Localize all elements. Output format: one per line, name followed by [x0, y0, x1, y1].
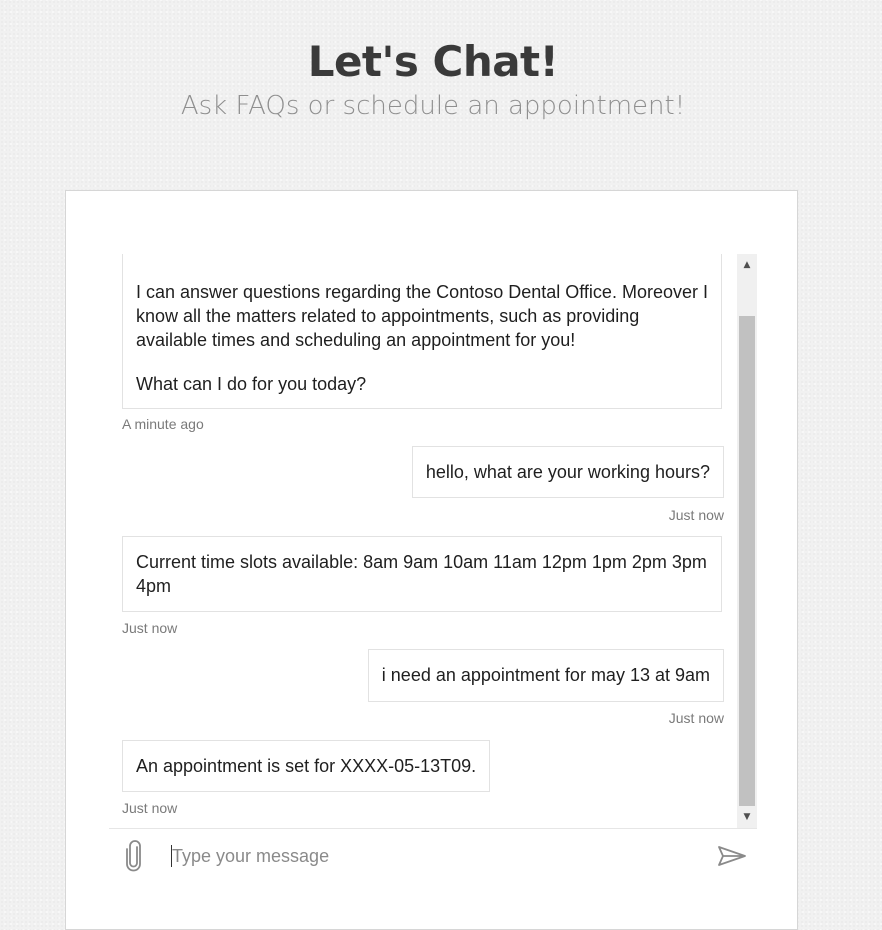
- message-text: i need an appointment for may 13 at 9am: [381, 665, 710, 685]
- message-text: I can answer questions regarding the Con…: [136, 282, 708, 350]
- message-timestamp: Just now: [122, 800, 178, 816]
- send-icon: [718, 846, 746, 866]
- message-input[interactable]: [170, 840, 692, 872]
- bot-message-bubble: I can answer questions regarding the Con…: [122, 254, 722, 409]
- message-text: What can I do for you today?: [136, 374, 367, 394]
- user-message-bubble: hello, what are your working hours?: [411, 446, 724, 498]
- message-timestamp: Just now: [668, 710, 724, 726]
- attach-button[interactable]: [118, 838, 150, 874]
- chevron-up-icon[interactable]: ▲: [737, 257, 757, 273]
- bot-message-bubble: An appointment is set for XXXX-05-13T09.: [122, 740, 491, 792]
- scrollbar-thumb[interactable]: [739, 316, 755, 806]
- page-title: Let's Chat!: [307, 37, 559, 87]
- message-text: Current time slots available: 8am 9am 10…: [136, 552, 707, 596]
- send-button[interactable]: [714, 840, 750, 872]
- message-timestamp: A minute ago: [122, 416, 204, 432]
- chat-transcript[interactable]: I can answer questions regarding the Con…: [109, 254, 735, 828]
- page-subtitle: Ask FAQs or schedule an appointment!: [180, 91, 686, 121]
- message-text: hello, what are your working hours?: [425, 462, 710, 482]
- text-caret: [171, 845, 172, 867]
- message-timestamp: Just now: [122, 620, 178, 636]
- bot-message-bubble: Current time slots available: 8am 9am 10…: [122, 536, 722, 612]
- chevron-down-icon[interactable]: ▼: [737, 809, 757, 825]
- message-timestamp: Just now: [668, 507, 724, 523]
- composer-divider: [109, 828, 757, 829]
- paperclip-icon: [126, 840, 141, 872]
- user-message-bubble: i need an appointment for may 13 at 9am: [367, 649, 724, 702]
- message-text: An appointment is set for XXXX-05-13T09.: [136, 756, 477, 776]
- transcript-scrollbar[interactable]: ▲ ▼: [737, 254, 757, 828]
